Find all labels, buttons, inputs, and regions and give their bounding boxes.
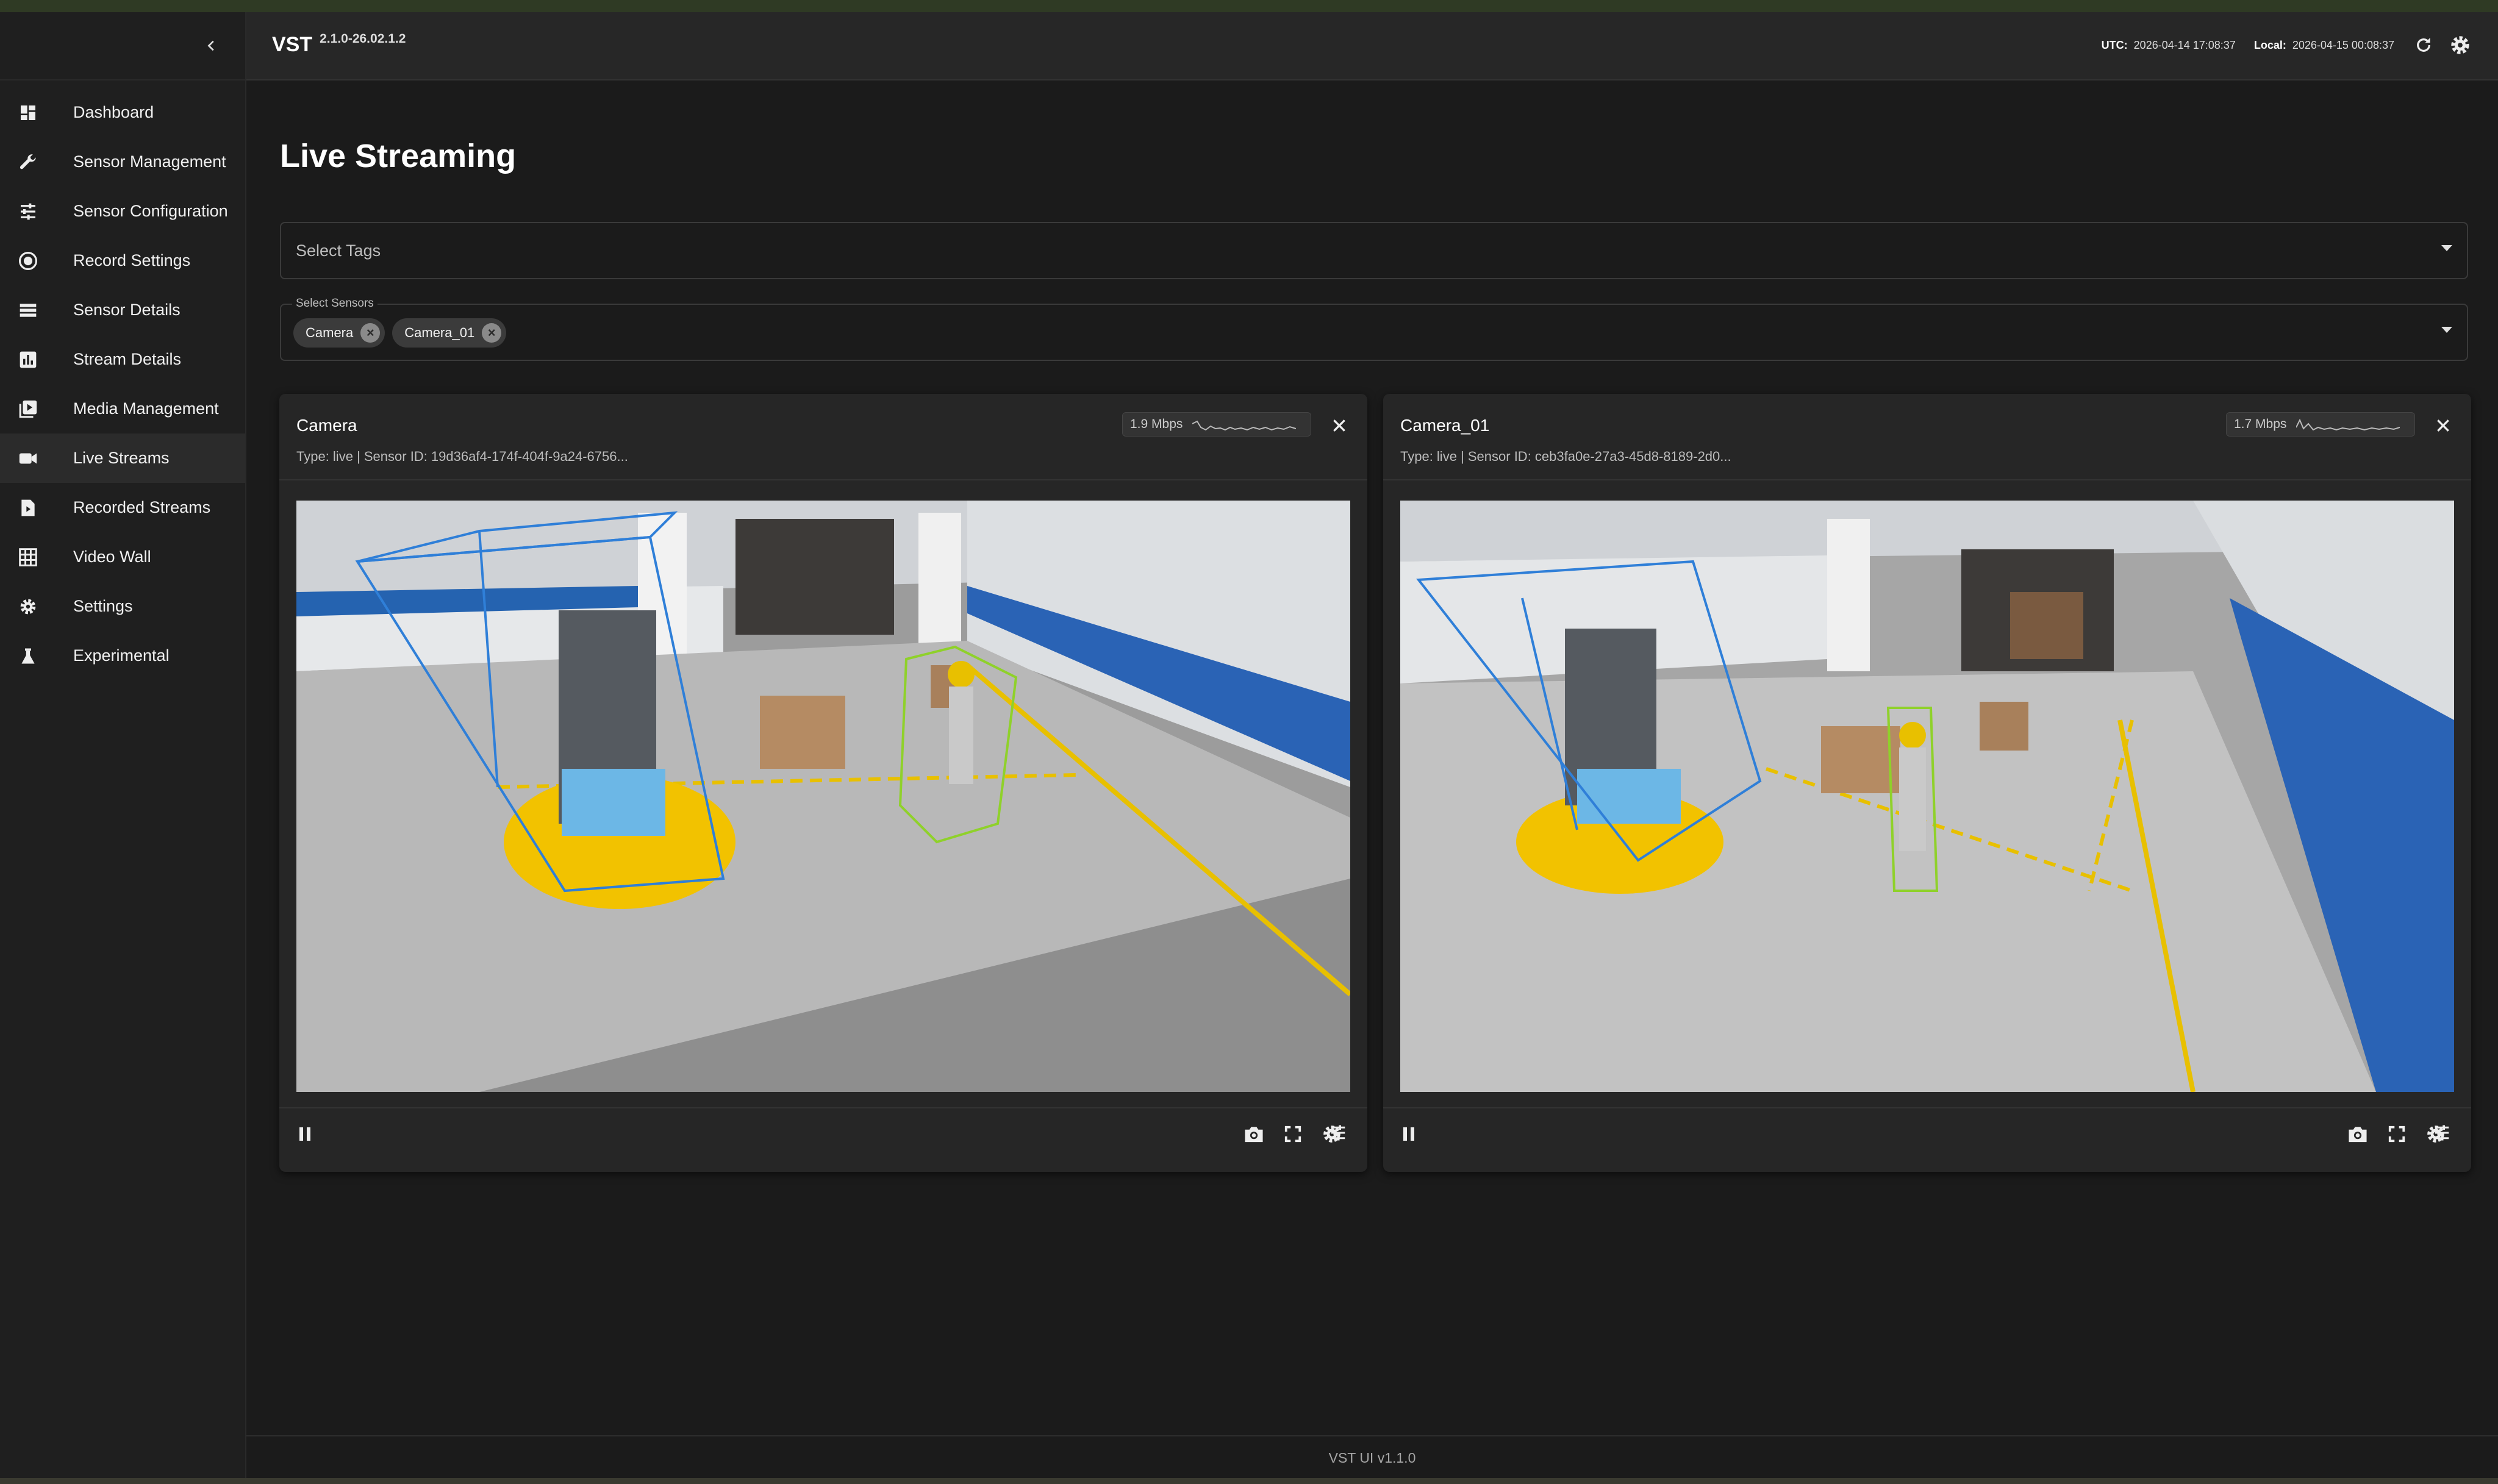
flask-icon xyxy=(17,645,39,667)
fullscreen-icon[interactable] xyxy=(2383,1121,2410,1147)
stream-card: Camera_01 Type: live | Sensor ID: ceb3fa… xyxy=(1383,394,2471,1172)
gear-icon[interactable] xyxy=(2447,32,2474,59)
sidebar-item-label: Sensor Details xyxy=(73,301,181,319)
remove-chip-icon[interactable]: × xyxy=(360,323,381,343)
sensor-chip-label: Camera xyxy=(306,325,354,340)
footer: VST UI v1.1.0 xyxy=(246,1435,2498,1479)
gear-icon xyxy=(17,596,39,618)
tune-icon[interactable] xyxy=(1325,1119,1351,1146)
dropdown-arrow-icon xyxy=(2441,245,2452,251)
stream-title: Camera xyxy=(296,416,357,435)
tune-icon[interactable] xyxy=(2428,1119,2455,1146)
refresh-icon[interactable] xyxy=(2410,32,2437,59)
sidebar-item-video-wall[interactable]: Video Wall xyxy=(0,532,245,582)
bitrate-indicator: 1.7 Mbps xyxy=(2226,412,2415,437)
sidebar-item-label: Recorded Streams xyxy=(73,498,211,516)
sidebar-item-label: Sensor Configuration xyxy=(73,202,228,220)
record-icon xyxy=(17,250,39,272)
fullscreen-icon[interactable] xyxy=(1279,1121,1306,1147)
sidebar-item-label: Media Management xyxy=(73,399,219,418)
dropdown-arrow-icon xyxy=(2441,327,2452,333)
stream-title: Camera_01 xyxy=(1400,416,1490,435)
sidebar: Dashboard Sensor Management Sensor Confi… xyxy=(0,12,246,1478)
sidebar-item-label: Settings xyxy=(73,597,133,615)
divider xyxy=(279,479,1367,480)
page-title: Live Streaming xyxy=(280,138,517,174)
sidebar-item-label: Sensor Management xyxy=(73,152,226,171)
player-controls xyxy=(279,1107,1367,1155)
header-right: UTC: 2026-04-14 17:08:37 Local: 2026-04-… xyxy=(2102,30,2474,60)
sidebar-item-experimental[interactable]: Experimental xyxy=(0,631,245,680)
player-controls xyxy=(1383,1107,2471,1155)
grid-icon xyxy=(17,546,39,568)
top-strip xyxy=(0,0,2498,12)
sliders-icon xyxy=(17,201,39,223)
app-version: 2.1.0-26.02.1.2 xyxy=(320,32,406,46)
sidebar-item-sensor-details[interactable]: Sensor Details xyxy=(0,285,245,335)
sidebar-item-live-streams[interactable]: Live Streams xyxy=(0,433,245,483)
sidebar-item-label: Video Wall xyxy=(73,548,151,566)
camera-snapshot-icon[interactable] xyxy=(1240,1121,1267,1147)
sidebar-item-label: Record Settings xyxy=(73,251,191,269)
divider xyxy=(1383,479,2471,480)
sensor-chip[interactable]: Camera_01 × xyxy=(392,318,507,348)
chevron-left-icon[interactable] xyxy=(196,30,227,61)
camera-snapshot-icon[interactable] xyxy=(2344,1121,2371,1147)
app-header: VST 2.1.0-26.02.1.2 UTC: 2026-04-14 17:0… xyxy=(246,12,2498,80)
brand-name: VST xyxy=(272,33,313,56)
sidebar-item-media-management[interactable]: Media Management xyxy=(0,384,245,433)
sidebar-item-settings[interactable]: Settings xyxy=(0,582,245,631)
select-sensors-dropdown[interactable]: Select Sensors Camera × Camera_01 × xyxy=(280,297,2468,361)
sidebar-item-sensor-management[interactable]: Sensor Management xyxy=(0,137,245,187)
sidebar-item-label: Experimental xyxy=(73,646,170,665)
bitrate-indicator: 1.9 Mbps xyxy=(1122,412,1311,437)
dashboard-icon xyxy=(17,102,39,124)
file-video-icon xyxy=(17,497,39,519)
local-time: 2026-04-15 00:08:37 xyxy=(2292,38,2394,51)
sidebar-item-stream-details[interactable]: Stream Details xyxy=(0,335,245,384)
video-player[interactable] xyxy=(296,501,1350,1092)
brand: VST 2.1.0-26.02.1.2 xyxy=(272,32,406,57)
sidebar-item-sensor-configuration[interactable]: Sensor Configuration xyxy=(0,187,245,236)
pause-icon[interactable] xyxy=(292,1121,318,1147)
bar-chart-icon xyxy=(17,349,39,371)
utc-label: UTC: xyxy=(2101,38,2128,51)
select-tags-placeholder: Select Tags xyxy=(296,241,381,260)
sidebar-item-dashboard[interactable]: Dashboard xyxy=(0,88,245,137)
stream-card: Camera Type: live | Sensor ID: 19d36af4-… xyxy=(279,394,1367,1172)
select-sensors-label: Select Sensors xyxy=(292,297,378,310)
local-label: Local: xyxy=(2253,38,2286,51)
sensor-chip-label: Camera_01 xyxy=(404,325,475,340)
sensor-chips: Camera × Camera_01 × xyxy=(293,318,514,348)
wrench-icon xyxy=(17,151,39,173)
close-icon[interactable] xyxy=(1328,415,1350,437)
sidebar-item-record-settings[interactable]: Record Settings xyxy=(0,236,245,285)
sidebar-item-label: Dashboard xyxy=(73,103,154,121)
bitrate-sparkline xyxy=(2296,418,2400,431)
pause-icon[interactable] xyxy=(1395,1121,1422,1147)
video-camera-icon xyxy=(17,448,39,469)
bitrate-value: 1.9 Mbps xyxy=(1130,417,1183,431)
bitrate-value: 1.7 Mbps xyxy=(2234,417,2287,431)
video-player[interactable] xyxy=(1400,501,2454,1092)
sidebar-item-label: Live Streams xyxy=(73,449,170,467)
select-tags-dropdown[interactable]: Select Tags xyxy=(280,222,2468,279)
video-library-icon xyxy=(17,398,39,420)
bottom-strip xyxy=(0,1478,2498,1484)
close-icon[interactable] xyxy=(2432,415,2454,437)
utc-time: 2026-04-14 17:08:37 xyxy=(2133,38,2236,51)
list-icon xyxy=(17,299,39,321)
bitrate-sparkline xyxy=(1192,420,1297,431)
remove-chip-icon[interactable]: × xyxy=(482,323,502,343)
sidebar-item-label: Stream Details xyxy=(73,350,182,368)
sidebar-item-recorded-streams[interactable]: Recorded Streams xyxy=(0,483,245,532)
stream-subtitle: Type: live | Sensor ID: 19d36af4-174f-40… xyxy=(296,449,628,464)
sensor-chip[interactable]: Camera × xyxy=(293,318,385,348)
sidebar-header xyxy=(0,12,245,80)
footer-version: VST UI v1.1.0 xyxy=(1328,1450,1416,1466)
stream-subtitle: Type: live | Sensor ID: ceb3fa0e-27a3-45… xyxy=(1400,449,1731,464)
